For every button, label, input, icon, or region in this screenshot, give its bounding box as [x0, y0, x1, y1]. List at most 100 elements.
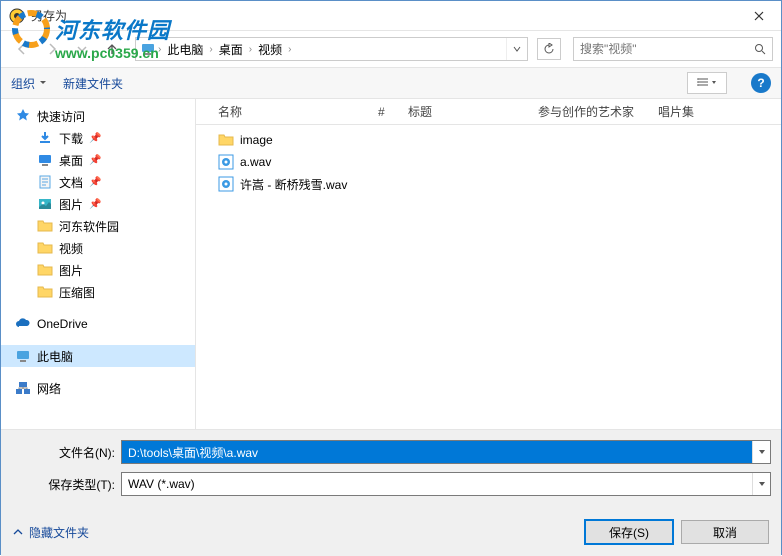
save-button[interactable]: 保存(S)	[585, 520, 673, 544]
forward-button[interactable]	[39, 36, 65, 62]
recent-button[interactable]	[69, 36, 95, 62]
chevron-down-icon	[77, 44, 87, 54]
tree-documents[interactable]: 文档 📌	[1, 171, 195, 193]
col-title[interactable]: 标题	[400, 99, 530, 124]
breadcrumb-dropdown[interactable]	[506, 38, 527, 60]
file-row[interactable]: image	[196, 129, 781, 151]
crumb-video[interactable]: 视频	[254, 38, 286, 60]
tree-label: 快速访问	[37, 108, 85, 125]
filename-input[interactable]	[122, 445, 752, 459]
search-icon[interactable]	[748, 43, 772, 55]
tree-downloads[interactable]: 下载 📌	[1, 127, 195, 149]
save-form: 文件名(N): 保存类型(T):	[1, 429, 781, 510]
tree-label: 桌面	[59, 152, 83, 169]
organize-button[interactable]: 组织	[11, 75, 47, 92]
filename-combo[interactable]	[121, 440, 771, 464]
tree-thispc[interactable]: 此电脑	[1, 345, 195, 367]
chevron-down-icon	[711, 80, 717, 86]
cancel-button[interactable]: 取消	[681, 520, 769, 544]
address-bar-row: › 此电脑 › 桌面 › 视频 ›	[1, 31, 781, 67]
pin-icon: 📌	[89, 177, 99, 188]
close-button[interactable]	[736, 2, 781, 30]
tree-desktop[interactable]: 桌面 📌	[1, 149, 195, 171]
tree-compressed[interactable]: 压缩图	[1, 281, 195, 303]
newfolder-button[interactable]: 新建文件夹	[63, 75, 123, 92]
folder-icon	[218, 132, 234, 148]
tree-label: 压缩图	[59, 284, 95, 301]
document-icon	[37, 174, 53, 190]
desktop-icon	[37, 152, 53, 168]
filetype-label: 保存类型(T):	[11, 476, 121, 493]
back-button[interactable]	[9, 36, 35, 62]
view-button[interactable]	[687, 72, 727, 94]
search-box[interactable]	[573, 37, 773, 61]
file-name: image	[240, 133, 273, 147]
filetype-input[interactable]	[122, 477, 752, 491]
file-columns: 名称 # 标题 参与创作的艺术家 唱片集	[196, 99, 781, 125]
hide-folders-label: 隐藏文件夹	[29, 524, 89, 541]
list-icon	[697, 78, 709, 88]
tree-label: 网络	[37, 380, 61, 397]
refresh-button[interactable]	[537, 38, 561, 60]
star-icon	[15, 108, 31, 124]
file-row[interactable]: a.wav	[196, 151, 781, 173]
chevron-down-icon	[513, 45, 521, 53]
tree-video[interactable]: 视频	[1, 237, 195, 259]
crumb-thispc[interactable]: 此电脑	[163, 38, 207, 60]
audio-icon	[218, 154, 234, 170]
filetype-combo[interactable]	[121, 472, 771, 496]
tree-label: 文档	[59, 174, 83, 191]
tree-label: OneDrive	[37, 317, 88, 331]
breadcrumb-sep: ›	[247, 44, 254, 55]
arrow-left-icon	[15, 42, 29, 56]
close-icon	[754, 11, 764, 21]
audio-icon	[218, 176, 234, 192]
tree-label: 下载	[59, 130, 83, 147]
tree-hedong[interactable]: 河东软件园	[1, 215, 195, 237]
download-icon	[37, 130, 53, 146]
tree-quick-access[interactable]: 快速访问	[1, 105, 195, 127]
chevron-down-icon	[758, 448, 766, 456]
up-button[interactable]	[99, 36, 125, 62]
col-artist[interactable]: 参与创作的艺术家	[530, 99, 650, 124]
refresh-icon	[543, 43, 555, 55]
cloud-icon	[15, 316, 31, 332]
col-num[interactable]: #	[370, 99, 400, 124]
file-area: 名称 # 标题 参与创作的艺术家 唱片集 image a.wav 许嵩 - 断桥…	[196, 99, 781, 429]
monitor-icon	[140, 41, 156, 57]
tree-pictures2[interactable]: 图片	[1, 259, 195, 281]
footer: 隐藏文件夹 保存(S) 取消	[1, 510, 781, 556]
file-name: 许嵩 - 断桥残雪.wav	[240, 176, 347, 193]
titlebar: 另存为	[1, 1, 781, 31]
tree-network[interactable]: 网络	[1, 377, 195, 399]
folder-icon	[37, 262, 53, 278]
crumb-desktop[interactable]: 桌面	[215, 38, 247, 60]
breadcrumb[interactable]: › 此电脑 › 桌面 › 视频 ›	[135, 37, 528, 61]
file-name: a.wav	[240, 155, 271, 169]
pictures-icon	[37, 196, 53, 212]
col-album[interactable]: 唱片集	[650, 99, 730, 124]
monitor-icon	[15, 348, 31, 364]
filetype-dropdown[interactable]	[752, 473, 770, 495]
filename-dropdown[interactable]	[752, 441, 770, 463]
toolbar: 组织 新建文件夹 ?	[1, 67, 781, 99]
search-input[interactable]	[574, 42, 748, 56]
col-name[interactable]: 名称	[210, 99, 370, 124]
sidebar: 快速访问 下载 📌 桌面 📌 文档 📌 图片 📌 河东软件园 视频	[1, 99, 196, 429]
tree-label: 图片	[59, 262, 83, 279]
chevron-down-icon	[758, 480, 766, 488]
file-row[interactable]: 许嵩 - 断桥残雪.wav	[196, 173, 781, 195]
help-button[interactable]: ?	[751, 73, 771, 93]
window-title: 另存为	[31, 7, 736, 24]
file-list: image a.wav 许嵩 - 断桥残雪.wav	[196, 125, 781, 195]
tree-label: 此电脑	[37, 348, 73, 365]
chevron-down-icon	[39, 79, 47, 87]
chevron-up-icon	[13, 527, 23, 537]
folder-icon	[37, 284, 53, 300]
hide-folders-button[interactable]: 隐藏文件夹	[13, 524, 89, 541]
pin-icon: 📌	[89, 155, 99, 166]
tree-onedrive[interactable]: OneDrive	[1, 313, 195, 335]
tree-pictures[interactable]: 图片 📌	[1, 193, 195, 215]
filename-label: 文件名(N):	[11, 444, 121, 461]
app-icon	[9, 8, 25, 24]
